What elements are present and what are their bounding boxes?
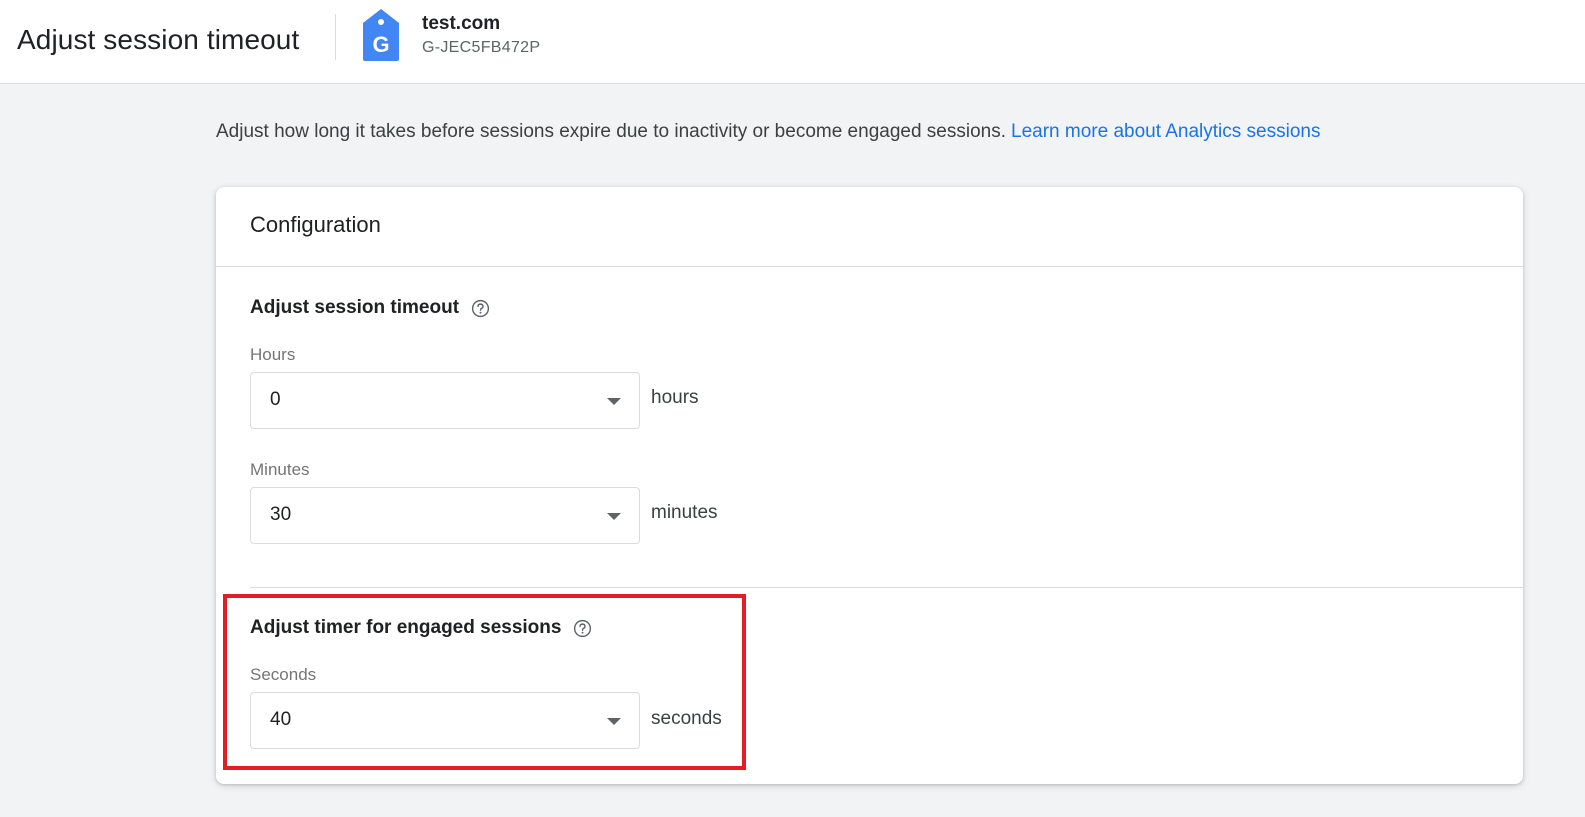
hours-unit: hours [651, 387, 699, 408]
minutes-unit: minutes [651, 502, 718, 523]
minutes-select-value: 30 [270, 504, 292, 525]
hours-select-value: 0 [270, 389, 281, 410]
section-divider [250, 587, 1523, 588]
seconds-unit: seconds [651, 708, 722, 729]
seconds-select[interactable]: 40 [250, 692, 640, 749]
engaged-sessions-title: Adjust timer for engaged sessions [250, 617, 592, 639]
configuration-card: Configuration Adjust session timeout Hou… [216, 187, 1523, 784]
engaged-sessions-title-text: Adjust timer for engaged sessions [250, 617, 562, 638]
seconds-label: Seconds [250, 665, 317, 684]
seconds-select-value: 40 [270, 709, 292, 730]
tag-letter: G [372, 32, 389, 57]
title-divider [335, 14, 336, 60]
dropdown-arrow-icon [607, 718, 621, 725]
minutes-select[interactable]: 30 [250, 487, 640, 544]
dropdown-arrow-icon [607, 513, 621, 520]
top-bar: Adjust session timeout G test.com G-JEC5… [0, 0, 1585, 84]
description-text: Adjust how long it takes before sessions… [216, 121, 1007, 142]
session-timeout-title: Adjust session timeout [250, 297, 490, 319]
card-header: Configuration [216, 187, 1523, 267]
hours-label: Hours [250, 345, 296, 364]
session-timeout-title-text: Adjust session timeout [250, 297, 460, 318]
property-id: G-JEC5FB472P [422, 39, 541, 56]
card-title: Configuration [250, 212, 381, 237]
help-circle-icon[interactable] [471, 299, 490, 318]
dropdown-arrow-icon [607, 398, 621, 405]
page-title: Adjust session timeout [17, 24, 300, 55]
hours-select[interactable]: 0 [250, 372, 640, 429]
learn-more-link[interactable]: Learn more about Analytics sessions [1011, 121, 1320, 142]
property-name: test.com [422, 13, 501, 34]
help-circle-icon[interactable] [573, 619, 592, 638]
google-tag-icon: G [363, 9, 399, 61]
page-description: Adjust how long it takes before sessions… [216, 121, 1320, 143]
minutes-label: Minutes [250, 460, 310, 479]
